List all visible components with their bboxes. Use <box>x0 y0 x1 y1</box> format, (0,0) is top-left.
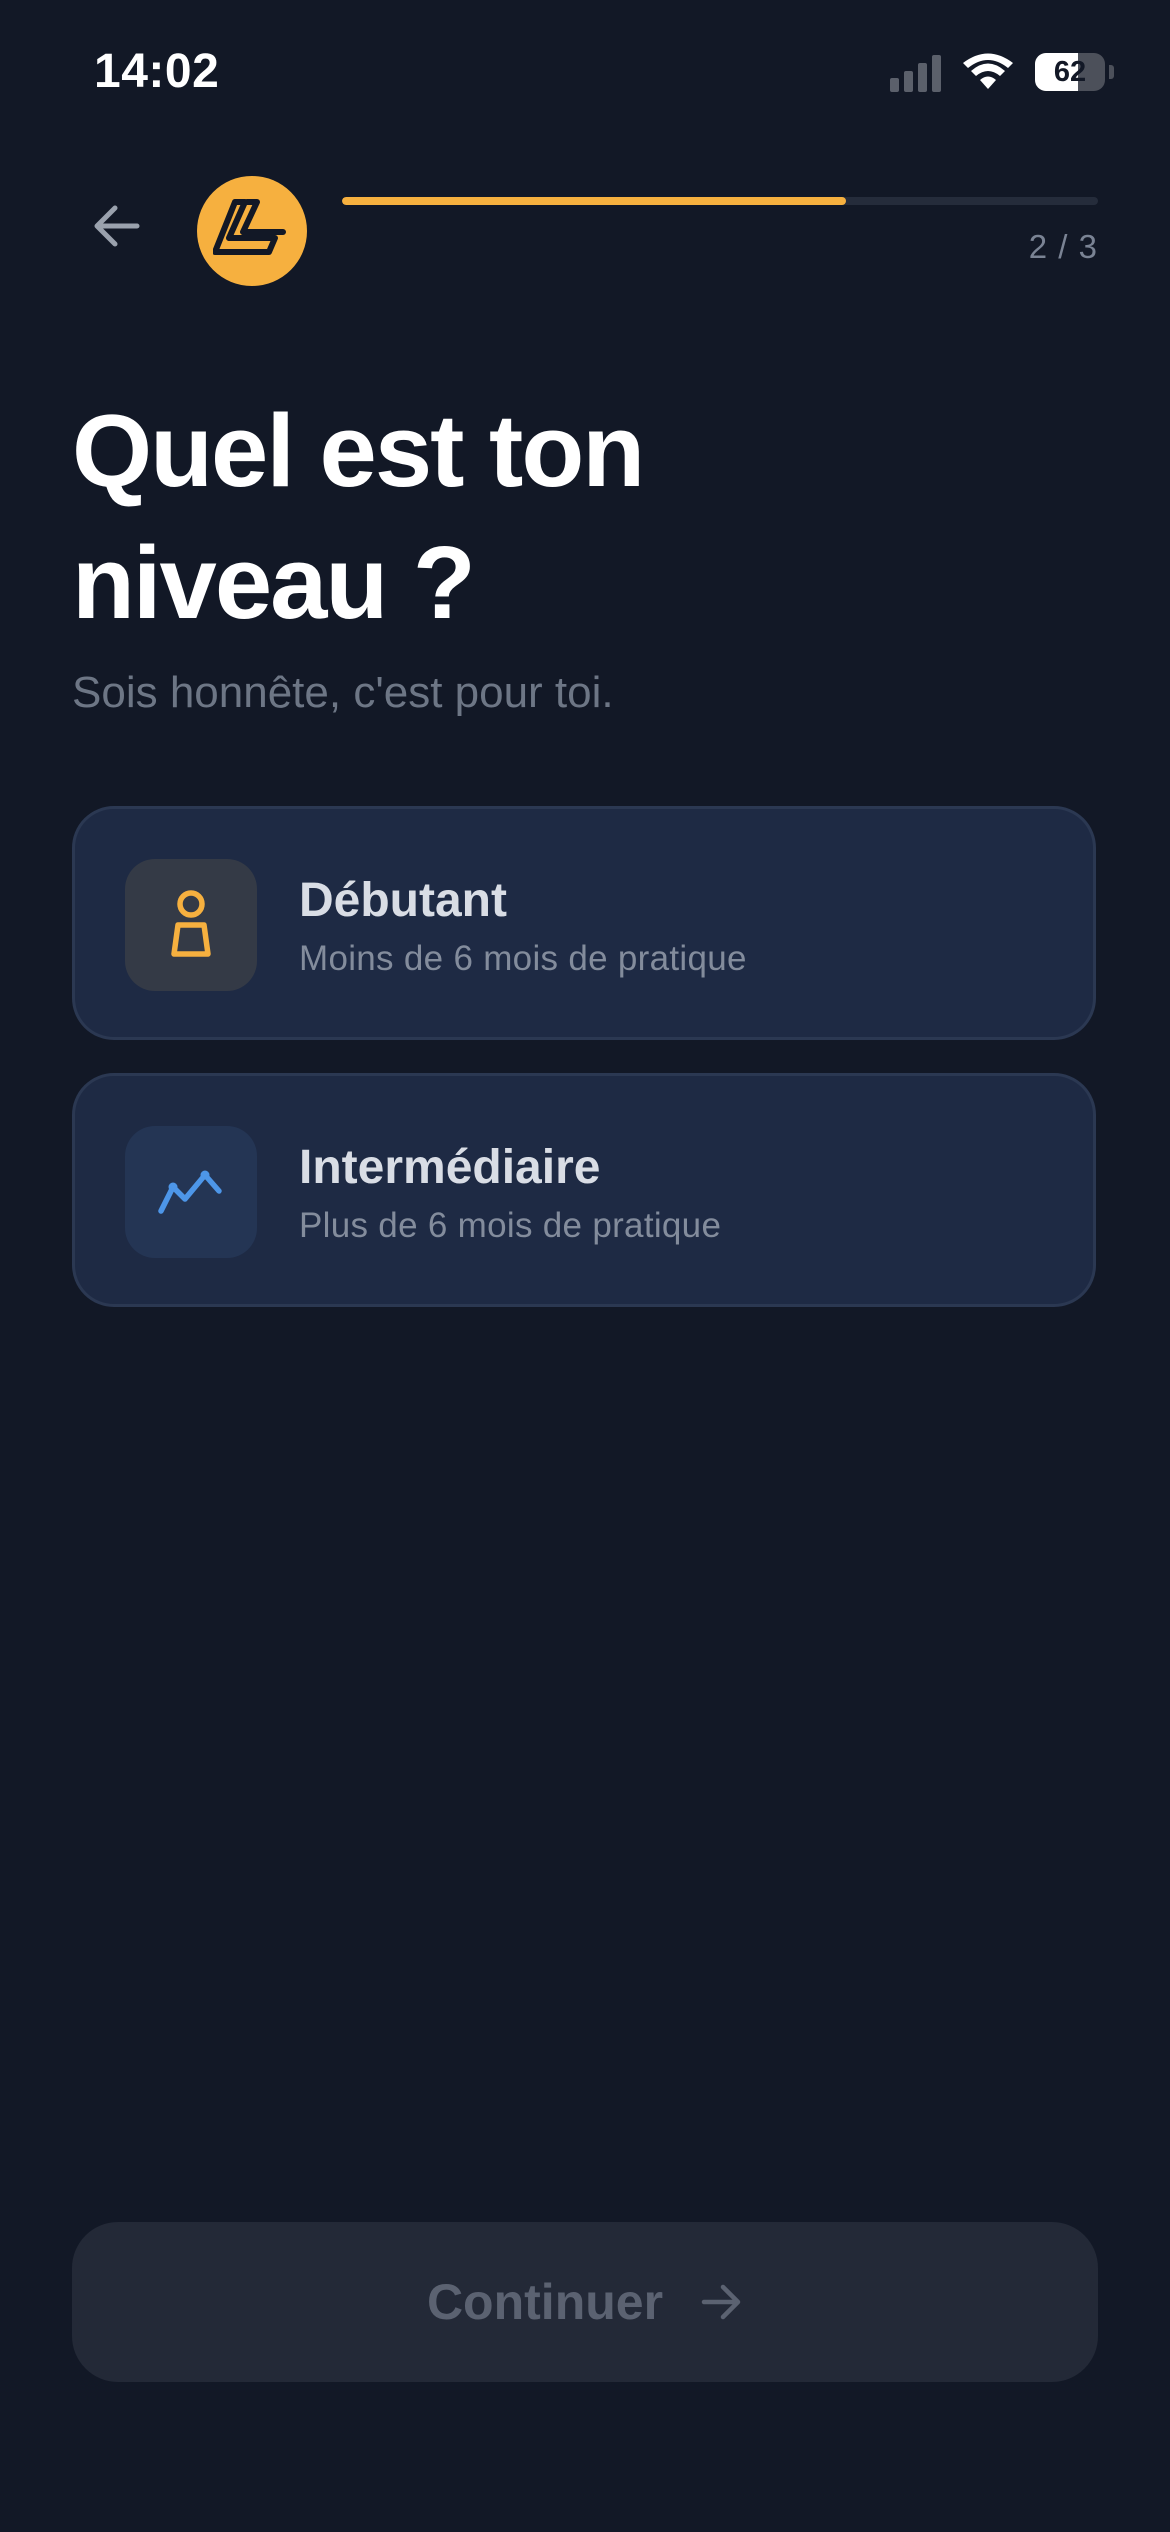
battery-percent: 62 <box>1053 55 1087 88</box>
status-time: 14:02 <box>94 45 220 98</box>
arrow-left-icon <box>94 205 140 247</box>
continue-button[interactable]: Continuer <box>72 2222 1098 2382</box>
continue-label: Continuer <box>426 2274 664 2330</box>
option-description: Plus de 6 mois de pratique <box>299 1206 722 1245</box>
option-icon-container <box>125 1126 257 1258</box>
option-icon-container <box>125 859 257 991</box>
arrow-right-icon <box>701 2284 741 2320</box>
status-indicators: 62 <box>890 48 1114 96</box>
level-option-intermediate[interactable]: Intermédiaire Plus de 6 mois de pratique <box>72 1073 1096 1307</box>
page-title: Quel est ton niveau ? <box>72 393 645 640</box>
onboarding-level-screen: 14:02 62 2 / 3 Quel est ton niveau ? Soi… <box>0 0 1170 2532</box>
back-button[interactable] <box>80 190 152 262</box>
trend-line-icon <box>158 1170 222 1214</box>
progress-fill <box>342 197 847 205</box>
step-counter: 2 / 3 <box>1028 228 1098 265</box>
option-title: Débutant <box>299 874 507 927</box>
cellular-signal-icon <box>890 52 941 92</box>
option-title: Intermédiaire <box>299 1141 601 1194</box>
logo-mark-icon <box>213 199 286 255</box>
level-option-beginner[interactable]: Débutant Moins de 6 mois de pratique <box>72 806 1096 1040</box>
page-subtitle: Sois honnête, c'est pour toi. <box>72 668 614 717</box>
app-logo <box>197 176 307 286</box>
option-description: Moins de 6 mois de pratique <box>299 939 747 978</box>
pawn-icon <box>171 890 211 957</box>
battery-icon: 62 <box>1035 53 1105 91</box>
battery-tip <box>1109 65 1114 79</box>
wifi-icon <box>963 53 1013 89</box>
onboarding-progress-bar <box>342 197 1098 205</box>
